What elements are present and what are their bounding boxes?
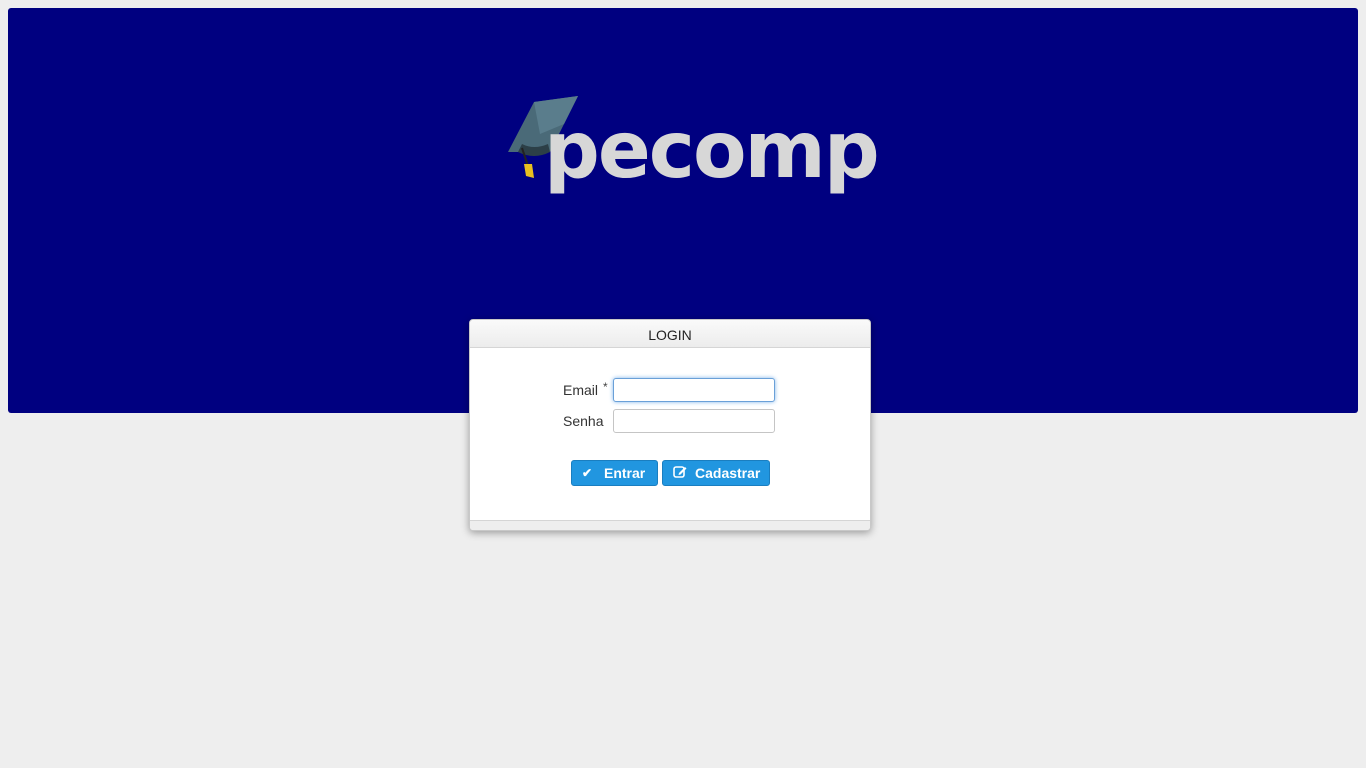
register-button-label: Cadastrar [695,465,761,481]
email-field[interactable] [613,378,775,402]
password-label: Senha [563,413,604,429]
check-icon: ✔ [582,466,593,480]
login-button-label: Entrar [604,465,646,481]
login-button[interactable]: ✔ Entrar [571,460,658,486]
edit-icon [673,465,687,481]
panel-footer [470,520,870,530]
login-title: LOGIN [470,320,870,348]
password-field[interactable] [613,409,775,433]
register-button[interactable]: Cadastrar [662,460,770,486]
email-row: Email * [563,377,775,403]
logo-text: pecomp [544,106,880,196]
password-row: Senha [563,408,775,434]
required-marker: * [603,380,608,394]
pecomp-logo: pecomp [504,94,880,210]
login-panel: LOGIN Email * Senha ✔ Entrar Cadastrar [469,319,871,531]
